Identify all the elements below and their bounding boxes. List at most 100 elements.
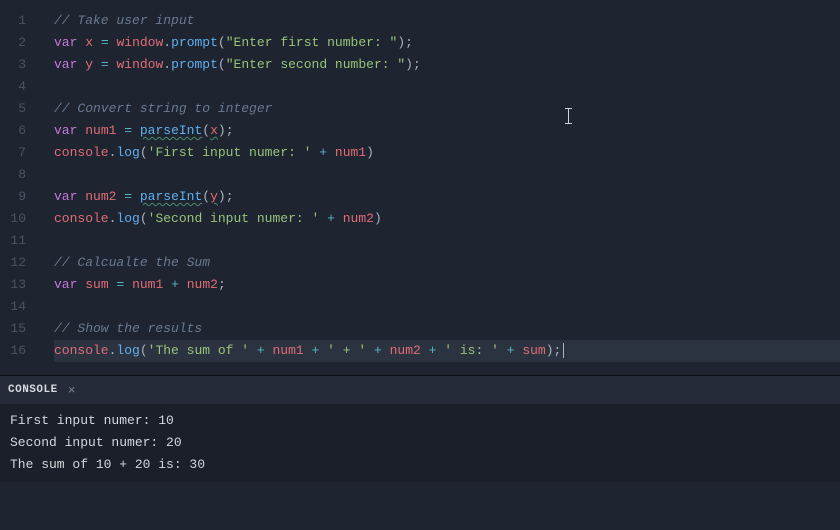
token-k: var [54,57,77,72]
code-editor[interactable]: 12345678910111213141516 // Take user inp… [0,0,840,375]
token-o: + [171,277,179,292]
code-line[interactable]: var y = window.prompt("Enter second numb… [54,54,840,76]
code-area[interactable]: // Take user inputvar x = window.prompt(… [40,0,840,375]
token-pu: ) [366,145,374,160]
token-v: num1 [273,343,304,358]
line-number: 12 [0,252,40,274]
close-icon[interactable]: × [68,383,76,398]
token-s: ' + ' [327,343,366,358]
code-line[interactable]: // Take user input [54,10,840,32]
token-v: y [85,57,93,72]
token-v: num1 [335,145,366,160]
token-pu: ); [397,35,413,50]
line-number: 9 [0,186,40,208]
line-number: 8 [0,164,40,186]
token-pu: . [163,57,171,72]
token-o: + [507,343,515,358]
token-p [335,211,343,226]
token-o: = [101,57,109,72]
line-number: 13 [0,274,40,296]
token-v: x [85,35,93,50]
token-v: sum [522,343,545,358]
token-pu: ; [218,277,226,292]
token-v: num2 [187,277,218,292]
token-v: num2 [390,343,421,358]
token-p [304,343,312,358]
line-number: 1 [0,10,40,32]
token-f: log [116,145,139,160]
token-p [499,343,507,358]
code-line[interactable]: var sum = num1 + num2; [54,274,840,296]
token-c: // Convert string to integer [54,101,272,116]
token-o: + [257,343,265,358]
token-p [249,343,257,358]
code-line[interactable]: console.log('The sum of ' + num1 + ' + '… [54,340,840,362]
line-number: 5 [0,98,40,120]
token-v: num2 [343,211,374,226]
token-v: sum [85,277,108,292]
line-number: 2 [0,32,40,54]
token-k: var [54,35,77,50]
code-line[interactable]: console.log('Second input numer: ' + num… [54,208,840,230]
console-output[interactable]: First input numer: 10Second input numer:… [0,404,840,482]
token-c: // Take user input [54,13,194,28]
line-number: 11 [0,230,40,252]
token-p [132,123,140,138]
panel-tabs: CONSOLE × [0,376,840,404]
line-number: 4 [0,76,40,98]
code-line[interactable]: // Calcualte the Sum [54,252,840,274]
code-line[interactable]: var num1 = parseInt(x); [54,120,840,142]
token-p [382,343,390,358]
line-number: 15 [0,318,40,340]
token-s: "Enter second number: " [226,57,405,72]
token-o: = [124,123,132,138]
bottom-panel: CONSOLE × First input numer: 10Second in… [0,375,840,482]
token-f: log [116,211,139,226]
token-f: prompt [171,57,218,72]
token-pu: ( [140,211,148,226]
token-v: window [116,35,163,50]
code-line[interactable]: // Show the results [54,318,840,340]
token-o: = [101,35,109,50]
line-number: 16 [0,340,40,362]
token-pu: ( [140,145,148,160]
token-p [319,211,327,226]
token-p [421,343,429,358]
code-line[interactable]: var x = window.prompt("Enter first numbe… [54,32,840,54]
code-line[interactable]: // Convert string to integer [54,98,840,120]
token-pu: ); [405,57,421,72]
token-p [132,189,140,204]
console-line: The sum of 10 + 20 is: 30 [10,454,830,476]
code-line[interactable] [54,230,840,252]
token-pu: ) [374,211,382,226]
token-pu: ); [546,343,562,358]
token-v: window [116,57,163,72]
token-pu: ); [218,189,234,204]
token-fw: parseInt [140,123,202,138]
line-number: 3 [0,54,40,76]
token-pu: ( [202,189,210,204]
code-line[interactable] [54,296,840,318]
line-number: 14 [0,296,40,318]
token-k: var [54,277,77,292]
token-pu: . [163,35,171,50]
code-line[interactable]: var num2 = parseInt(y); [54,186,840,208]
token-s: 'The sum of ' [148,343,249,358]
tab-console[interactable]: CONSOLE [8,384,58,396]
code-line[interactable]: console.log('First input numer: ' + num1… [54,142,840,164]
token-p [366,343,374,358]
token-p [179,277,187,292]
token-pu: ( [218,35,226,50]
token-p [124,277,132,292]
token-c: // Calcualte the Sum [54,255,210,270]
token-v: console [54,145,109,160]
line-number-gutter: 12345678910111213141516 [0,0,40,375]
console-line: First input numer: 10 [10,410,830,432]
line-number: 6 [0,120,40,142]
token-vw: y [210,189,218,204]
line-number: 7 [0,142,40,164]
token-vw: x [210,123,218,138]
token-v: num2 [85,189,116,204]
code-line[interactable] [54,76,840,98]
code-line[interactable] [54,164,840,186]
